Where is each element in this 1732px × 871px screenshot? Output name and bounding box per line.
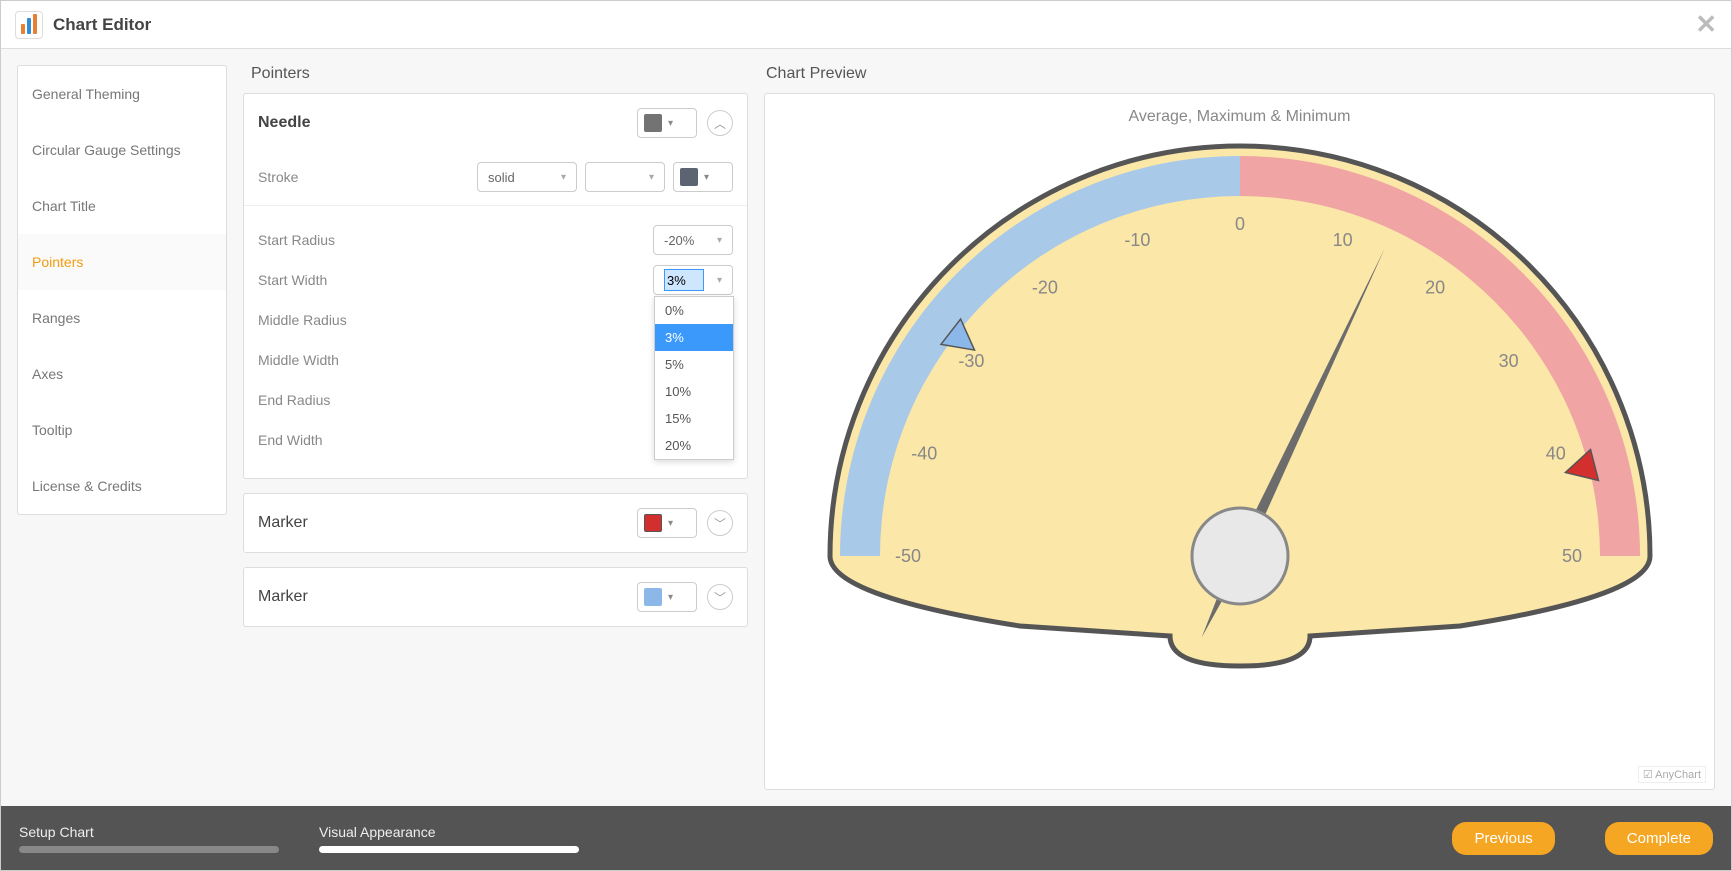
marker-panel-title: Marker [258,588,308,606]
svg-text:-20: -20 [1031,277,1057,297]
needle-color-picker[interactable]: ▾ [637,108,697,138]
marker-color-picker[interactable]: ▾ [637,508,697,538]
sidebar-item-chart-title[interactable]: Chart Title [18,178,226,234]
stroke-color-picker[interactable]: ▾ [673,162,733,192]
start-width-input[interactable] [664,269,704,291]
svg-text:-50: -50 [894,546,920,566]
needle-panel-title: Needle [258,114,310,132]
chart-preview: Average, Maximum & Minimum -50-40-30-20-… [764,93,1715,790]
chevron-down-icon: ▾ [668,518,673,529]
svg-text:-40: -40 [911,443,937,463]
marker-color-picker[interactable]: ▾ [637,582,697,612]
needle-panel: Needle ▾ ︿ Stroke solid ▾ [243,93,748,479]
middle-width-label: Middle Width [258,352,408,368]
step-setup-chart[interactable]: Setup Chart [19,824,279,853]
sidebar-item-tooltip[interactable]: Tooltip [18,402,226,458]
gauge-chart: -50 -40 -30 -20 -10 0 10 20 30 40 50 [825,136,1655,696]
svg-text:-30: -30 [958,351,984,371]
chevron-down-icon: ﹀ [714,589,726,606]
complete-button[interactable]: Complete [1605,822,1713,855]
end-width-label: End Width [258,432,408,448]
sidebar-item-axes[interactable]: Axes [18,346,226,402]
dropdown-option[interactable]: 3% [655,324,733,351]
svg-text:20: 20 [1425,277,1445,297]
svg-text:-10: -10 [1124,230,1150,250]
sidebar-item-general-theming[interactable]: General Theming [18,66,226,122]
sidebar-item-pointers[interactable]: Pointers [18,234,226,290]
chevron-down-icon: ▾ [709,275,722,286]
sidebar-item-license-credits[interactable]: License & Credits [18,458,226,514]
chart-title: Average, Maximum & Minimum [1129,108,1351,126]
previous-button[interactable]: Previous [1452,822,1554,855]
svg-text:40: 40 [1545,443,1565,463]
sidebar: General Theming Circular Gauge Settings … [17,65,227,515]
pointers-heading: Pointers [243,65,748,93]
chevron-down-icon: ▾ [641,172,654,183]
needle-color-swatch [644,114,662,132]
preview-heading: Chart Preview [764,65,1715,93]
chevron-down-icon: ﹀ [714,515,726,532]
close-icon[interactable]: ✕ [1695,9,1717,40]
start-radius-row: Start Radius -20% ▾ [258,220,733,260]
collapse-toggle[interactable]: ﹀ [707,510,733,536]
footer: Setup Chart Visual Appearance Previous C… [1,806,1731,870]
start-width-select[interactable]: ▾ 0% 3% 5% 10% 15% 20% [653,265,733,295]
marker-panel-1: Marker ▾ ﹀ [243,493,748,553]
svg-text:50: 50 [1561,546,1581,566]
start-radius-select[interactable]: -20% ▾ [653,225,733,255]
dropdown-option[interactable]: 20% [655,432,733,459]
title-bar: Chart Editor ✕ [1,1,1731,49]
dropdown-option[interactable]: 15% [655,405,733,432]
start-radius-label: Start Radius [258,232,408,248]
end-radius-label: End Radius [258,392,408,408]
dropdown-option[interactable]: 5% [655,351,733,378]
dropdown-option[interactable]: 10% [655,378,733,405]
sidebar-item-ranges[interactable]: Ranges [18,290,226,346]
chevron-down-icon: ▾ [709,235,722,246]
window-title: Chart Editor [53,15,151,35]
stroke-label: Stroke [258,169,408,185]
svg-text:0: 0 [1234,214,1244,234]
app-logo-icon [15,11,43,39]
chevron-down-icon: ▾ [704,172,709,183]
marker-color-swatch [644,588,662,606]
chevron-up-icon: ︿ [714,115,726,132]
stroke-style-select[interactable]: solid ▾ [477,162,577,192]
stroke-color-swatch [680,168,698,186]
sidebar-item-circular-gauge-settings[interactable]: Circular Gauge Settings [18,122,226,178]
marker-panel-2: Marker ▾ ﹀ [243,567,748,627]
marker-color-swatch [644,514,662,532]
stroke-thickness-select[interactable]: ▾ [585,162,665,192]
chevron-down-icon: ▾ [553,172,566,183]
start-width-label: Start Width [258,272,408,288]
start-width-dropdown: 0% 3% 5% 10% 15% 20% [654,296,734,460]
step-visual-appearance[interactable]: Visual Appearance [319,824,579,853]
start-width-row: Start Width ▾ 0% 3% 5% 10% 15% [258,260,733,300]
collapse-toggle[interactable]: ︿ [707,110,733,136]
dropdown-option[interactable]: 0% [655,297,733,324]
chevron-down-icon: ▾ [668,118,673,129]
marker-panel-title: Marker [258,514,308,532]
chart-credit: ☑ AnyChart [1638,766,1706,783]
svg-text:30: 30 [1498,351,1518,371]
svg-text:10: 10 [1332,230,1352,250]
stroke-row: Stroke solid ▾ ▾ ▾ [258,157,733,197]
middle-radius-label: Middle Radius [258,312,408,328]
chevron-down-icon: ▾ [668,592,673,603]
collapse-toggle[interactable]: ﹀ [707,584,733,610]
